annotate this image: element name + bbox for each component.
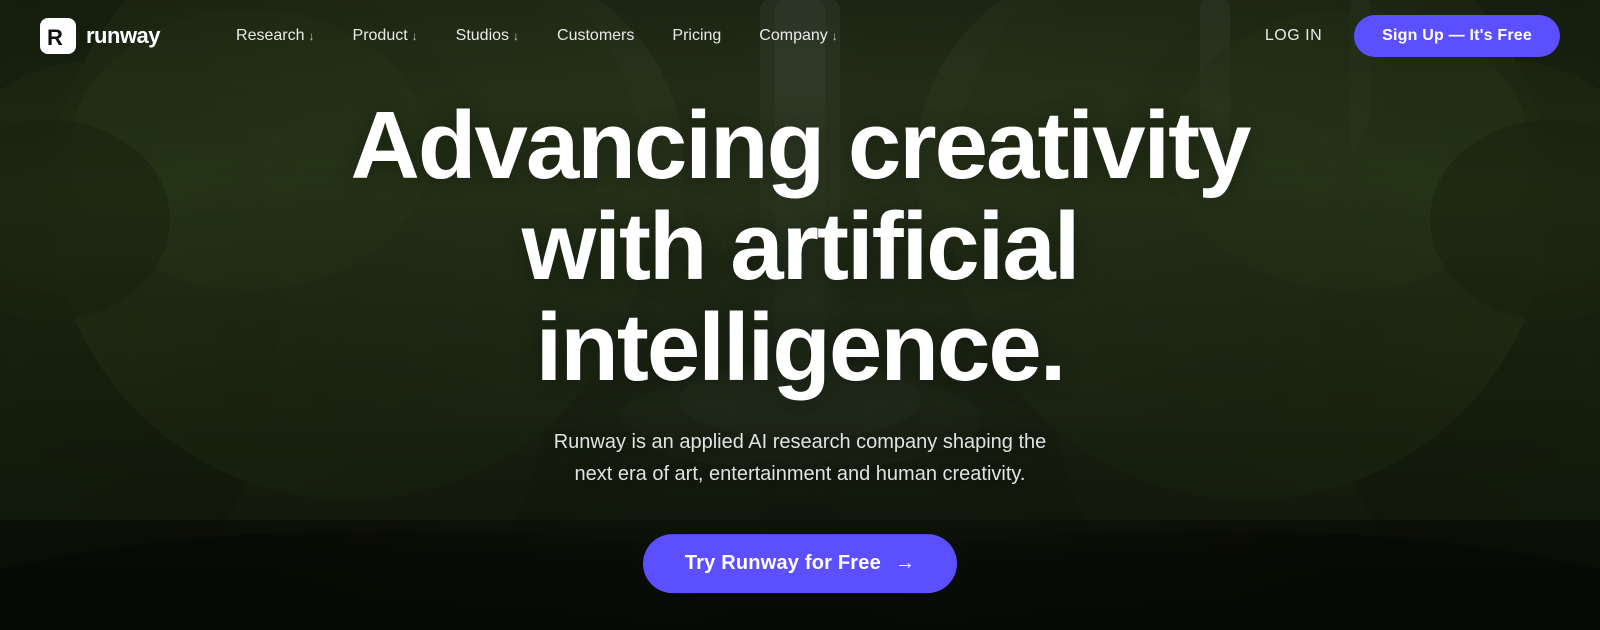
nav-links: Research ↓ Product ↓ Studios ↓ Customers… xyxy=(220,19,1249,53)
hero-title: Advancing creativity with artificial int… xyxy=(250,96,1350,398)
nav-right: LOG IN Sign Up — It's Free xyxy=(1249,15,1560,57)
signup-button[interactable]: Sign Up — It's Free xyxy=(1354,15,1560,57)
arrow-icon: → xyxy=(895,553,915,576)
nav-item-company[interactable]: Company ↓ xyxy=(743,19,853,53)
logo-link[interactable]: R runway xyxy=(40,18,160,54)
chevron-down-icon: ↓ xyxy=(513,29,519,43)
hero-content: Advancing creativity with artificial int… xyxy=(250,96,1350,593)
navbar: R runway Research ↓ Product ↓ Studios ↓ … xyxy=(0,0,1600,72)
logo-text: runway xyxy=(86,23,160,49)
nav-item-customers[interactable]: Customers xyxy=(541,19,650,53)
hero-subtitle: Runway is an applied AI research company… xyxy=(250,427,1350,491)
chevron-down-icon: ↓ xyxy=(832,29,838,43)
login-button[interactable]: LOG IN xyxy=(1249,19,1338,53)
svg-text:R: R xyxy=(47,25,63,50)
nav-item-pricing[interactable]: Pricing xyxy=(656,19,737,53)
nav-item-product[interactable]: Product ↓ xyxy=(337,19,434,53)
nav-item-research[interactable]: Research ↓ xyxy=(220,19,330,53)
nav-item-studios[interactable]: Studios ↓ xyxy=(440,19,535,53)
chevron-down-icon: ↓ xyxy=(309,29,315,43)
runway-logo-icon: R xyxy=(40,18,76,54)
chevron-down-icon: ↓ xyxy=(412,29,418,43)
cta-button[interactable]: Try Runway for Free → xyxy=(643,535,957,594)
